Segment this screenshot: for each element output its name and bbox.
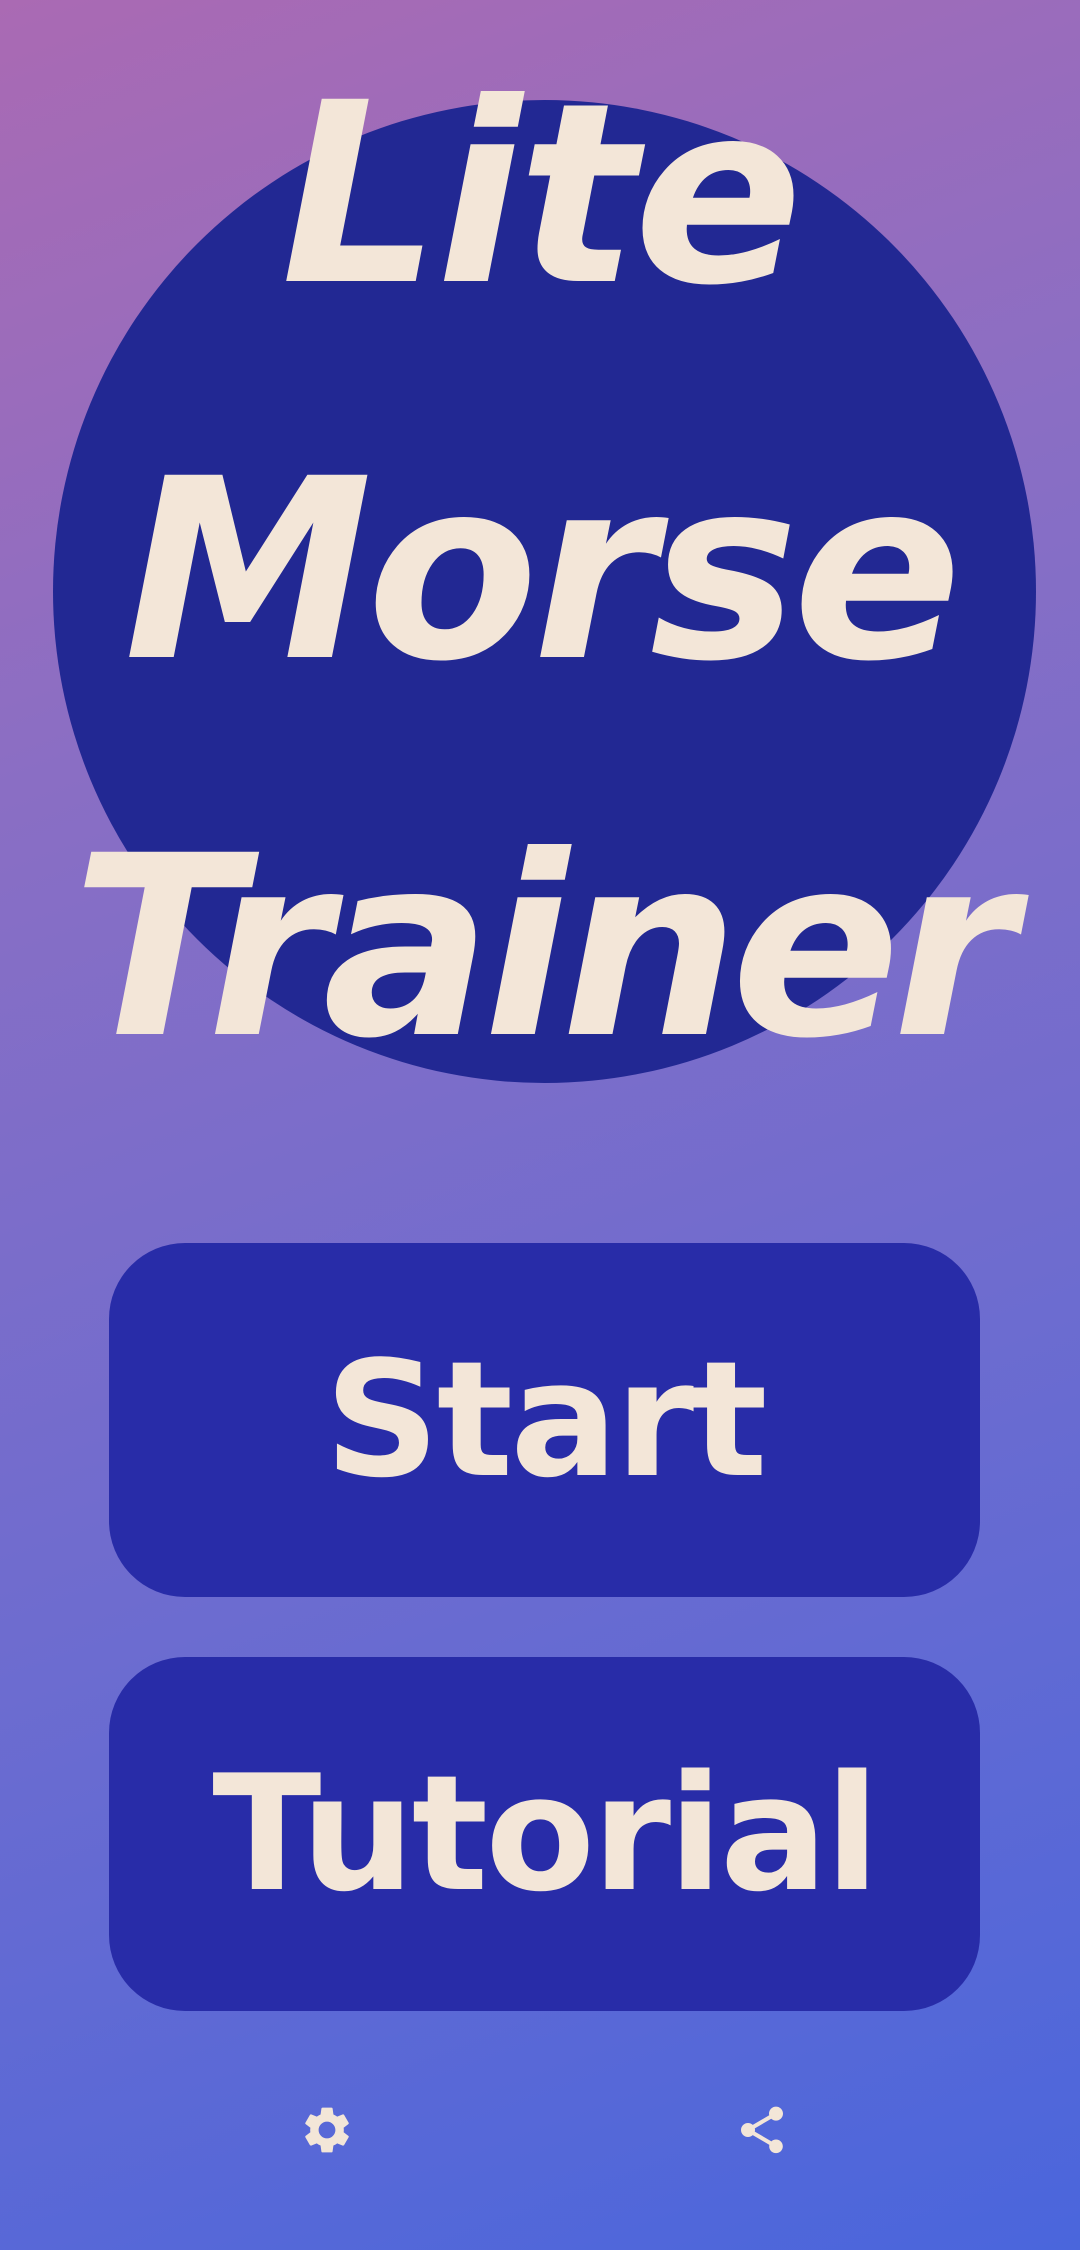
start-button[interactable]: Start [109,1243,980,1597]
tutorial-button-label: Tutorial [212,1740,879,1927]
app-title-line-2: Morse [123,425,962,716]
settings-button[interactable] [297,2100,357,2160]
start-button-label: Start [324,1326,767,1513]
tutorial-button[interactable]: Tutorial [109,1657,980,2011]
app-title-line-1: Lite [280,49,803,340]
share-icon [741,2106,783,2154]
share-button[interactable] [732,2100,792,2160]
gear-icon [305,2107,349,2153]
app-title-line-3: Trainer [72,802,1016,1093]
